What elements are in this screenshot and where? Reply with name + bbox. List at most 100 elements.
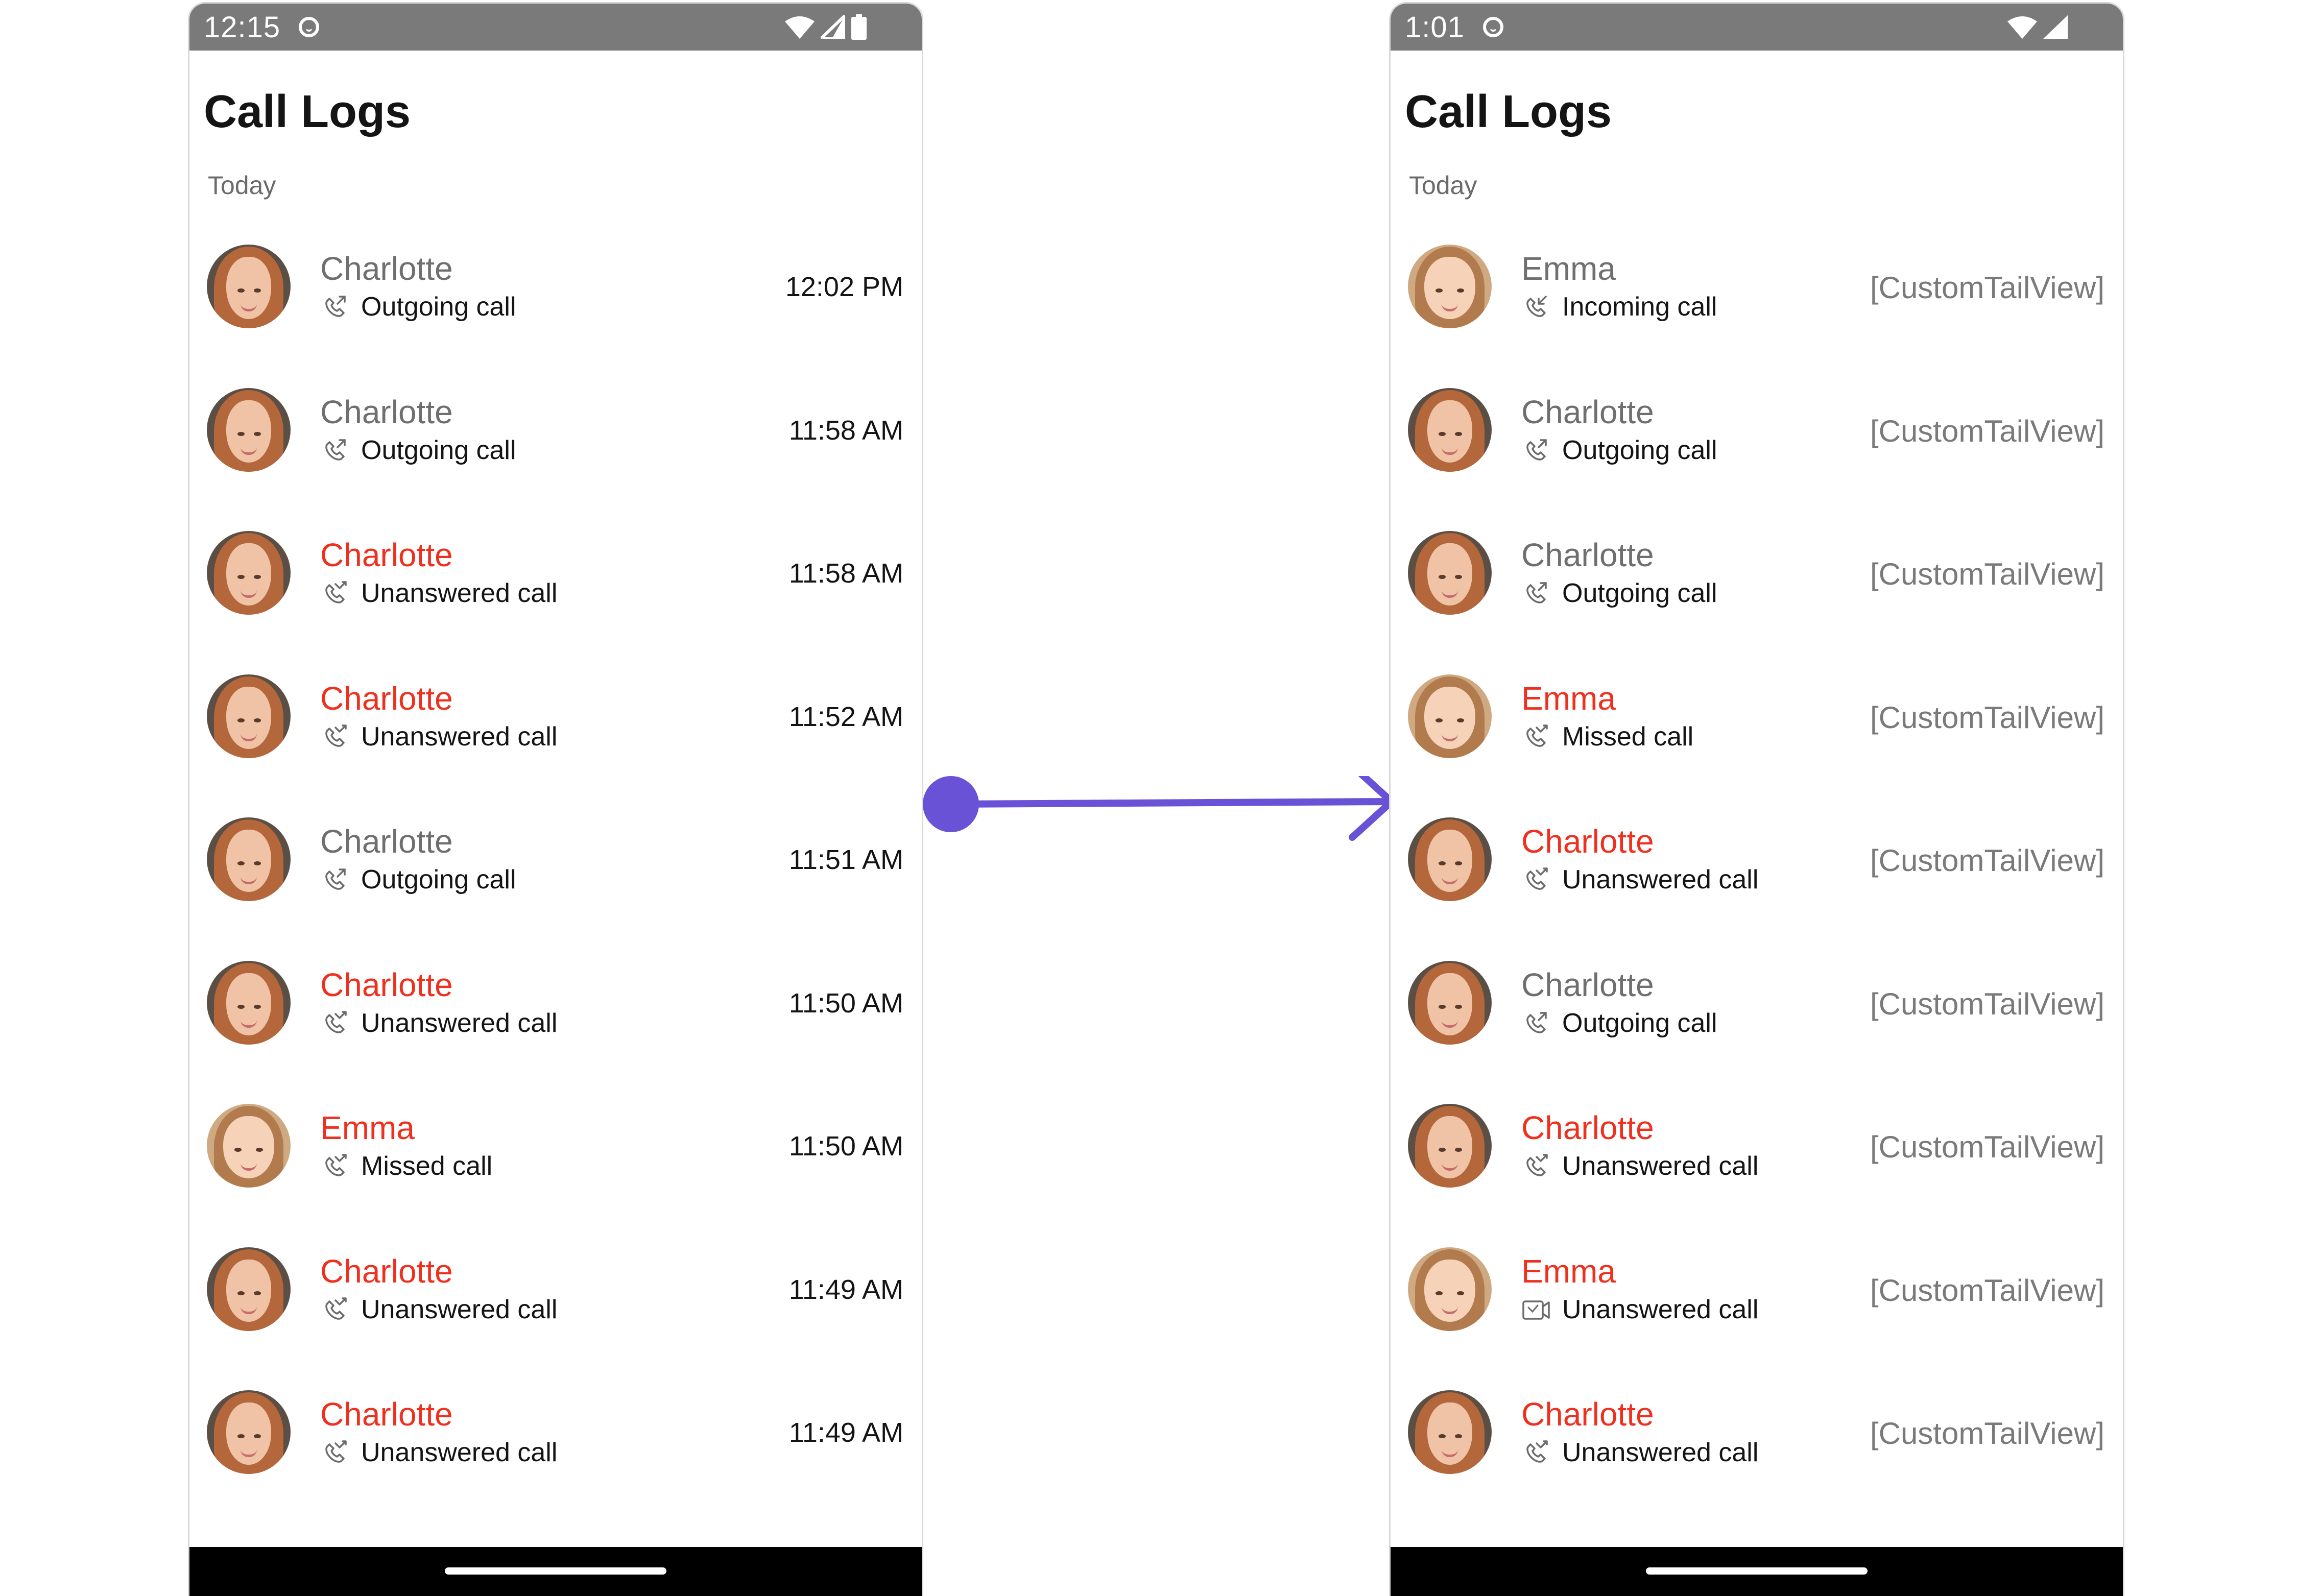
call-status: Outgoing call — [1521, 1008, 1717, 1038]
avatar-mouth — [1442, 1449, 1458, 1457]
call-status-text: Outgoing call — [1562, 1008, 1717, 1038]
avatar-emma[interactable] — [1408, 1247, 1492, 1331]
status-icons — [2007, 15, 2109, 39]
call-log-row[interactable]: Charlotte Unanswered call [CustomTailView] — [1391, 1390, 2123, 1534]
home-indicator[interactable] — [445, 1567, 666, 1575]
call-log-row[interactable]: Charlotte Unanswered call 11:49 AM — [189, 1390, 922, 1534]
missed-call-icon — [325, 1154, 347, 1176]
call-log-row[interactable]: Charlotte Outgoing call 12:02 PM — [189, 245, 922, 388]
call-log-row[interactable]: Charlotte Unanswered call 11:50 AM — [189, 960, 922, 1104]
avatar-mouth — [241, 1307, 257, 1314]
avatar-charlotte[interactable] — [207, 960, 291, 1045]
call-log-list[interactable]: Charlotte Outgoing call 12:02 PM Charlotte O… — [189, 245, 922, 1534]
avatar-charlotte[interactable] — [207, 245, 291, 328]
call-log-row[interactable]: Emma Incoming call [CustomTailView] — [1391, 245, 2123, 388]
call-time: 12:02 PM — [785, 272, 903, 302]
call-log-row[interactable]: Charlotte Outgoing call [CustomTailView] — [1391, 531, 2123, 674]
call-status: Missed call — [1521, 721, 1693, 752]
avatar-eye — [237, 1434, 245, 1438]
call-log-row[interactable]: Charlotte Outgoing call 11:51 AM — [189, 817, 922, 961]
avatar-mouth — [1442, 590, 1458, 598]
outgoing-call-icon — [1526, 1011, 1547, 1033]
call-log-list[interactable]: Emma Incoming call [CustomTailView] Charlot… — [1391, 245, 2123, 1534]
call-status-text: Outgoing call — [361, 292, 516, 322]
avatar-mouth — [241, 1020, 257, 1028]
call-log-row[interactable]: Charlotte Unanswered call [CustomTailView] — [1391, 817, 2123, 961]
avatar-mouth — [1442, 447, 1458, 455]
custom-tail-view: [CustomTailView] — [1870, 1416, 2104, 1450]
avatar-eye — [1439, 1148, 1446, 1152]
app-notification-icon — [299, 17, 320, 37]
outgoing-call-icon — [1526, 582, 1547, 603]
navigation-bar — [1391, 1547, 2123, 1596]
call-log-row[interactable]: Emma Missed call [CustomTailView] — [1391, 674, 2123, 818]
avatar-charlotte[interactable] — [1408, 388, 1492, 472]
caller-name: Charlotte — [1521, 966, 1654, 1003]
call-status: Unanswered call — [1521, 1437, 1758, 1468]
avatar-eye — [237, 575, 245, 579]
call-status: Outgoing call — [320, 292, 516, 322]
call-log-row[interactable]: Charlotte Unanswered call 11:58 AM — [189, 531, 922, 674]
avatar-eye — [254, 861, 261, 865]
avatar-mouth — [241, 304, 257, 311]
call-log-row[interactable]: Charlotte Unanswered call [CustomTailView] — [1391, 1104, 2123, 1247]
status-bar: 1:01 — [1391, 4, 2123, 51]
avatar-mouth — [241, 447, 257, 455]
call-log-row[interactable]: Charlotte Outgoing call [CustomTailView] — [1391, 388, 2123, 531]
caller-name: Charlotte — [320, 393, 453, 430]
avatar-charlotte[interactable] — [207, 817, 291, 901]
avatar-charlotte[interactable] — [207, 1247, 291, 1331]
caller-name: Charlotte — [1521, 1396, 1654, 1433]
call-status: Outgoing call — [320, 864, 516, 895]
avatar-emma[interactable] — [1408, 674, 1492, 758]
avatar-emma[interactable] — [1408, 245, 1492, 328]
avatar-charlotte[interactable] — [207, 531, 291, 615]
avatar-face — [226, 400, 271, 463]
custom-tail-view: [CustomTailView] — [1870, 1130, 2104, 1164]
call-status-text: Unanswered call — [361, 1294, 558, 1324]
avatar-charlotte[interactable] — [207, 388, 291, 472]
avatar-charlotte[interactable] — [1408, 817, 1492, 901]
call-log-row[interactable]: Emma Missed call 11:50 AM — [189, 1104, 922, 1247]
caller-name: Emma — [1521, 250, 1616, 287]
call-log-row[interactable]: Charlotte Unanswered call 11:52 AM — [189, 674, 922, 818]
avatar-mouth — [241, 877, 257, 884]
avatar-charlotte[interactable] — [1408, 1390, 1492, 1474]
call-log-row[interactable]: Emma Unanswered call [CustomTailView] — [1391, 1247, 2123, 1391]
call-time: 11:50 AM — [788, 987, 903, 1019]
avatar-emma[interactable] — [207, 1104, 291, 1188]
avatar-eye — [1455, 1434, 1462, 1438]
call-status-text: Unanswered call — [361, 721, 558, 752]
call-time: 11:50 AM — [788, 1131, 903, 1162]
avatar-eye — [1455, 575, 1462, 579]
cellular-signal-icon — [2043, 15, 2068, 39]
avatar-charlotte[interactable] — [207, 1390, 291, 1474]
wifi-icon — [785, 16, 815, 39]
avatar-face — [226, 973, 271, 1035]
avatar-eye — [1435, 288, 1443, 293]
avatar-eye — [234, 1148, 242, 1152]
missed-call-icon — [325, 1297, 347, 1320]
app-notification-icon — [1482, 17, 1503, 37]
avatar-eye — [1439, 431, 1446, 436]
custom-tail-view: [CustomTailView] — [1870, 271, 2104, 305]
avatar-face — [226, 1402, 271, 1465]
avatar-charlotte[interactable] — [207, 674, 291, 758]
status-icons — [785, 14, 907, 40]
call-log-row[interactable]: Charlotte Unanswered call 11:49 AM — [189, 1247, 922, 1391]
avatar-eye — [1457, 718, 1464, 722]
avatar-charlotte[interactable] — [1408, 531, 1492, 615]
call-log-row[interactable]: Charlotte Outgoing call [CustomTailView] — [1391, 960, 2123, 1104]
home-indicator[interactable] — [1646, 1567, 1868, 1575]
avatar-charlotte[interactable] — [1408, 960, 1492, 1045]
call-status: Unanswered call — [1521, 1294, 1758, 1325]
call-time: 11:49 AM — [788, 1274, 903, 1305]
avatar-mouth — [1442, 1163, 1458, 1171]
call-log-row[interactable]: Charlotte Outgoing call 11:58 AM — [189, 388, 922, 531]
avatar-mouth — [241, 1449, 257, 1457]
avatar-face — [1427, 543, 1472, 606]
avatar-charlotte[interactable] — [1408, 1104, 1492, 1188]
avatar-face — [1427, 830, 1472, 892]
call-status-text: Unanswered call — [1562, 1151, 1759, 1181]
outgoing-call-icon — [325, 296, 346, 317]
